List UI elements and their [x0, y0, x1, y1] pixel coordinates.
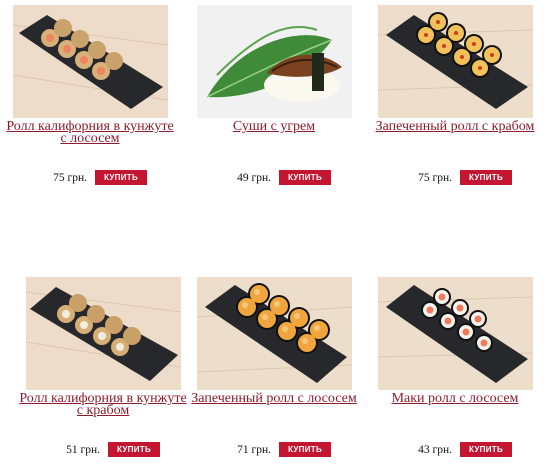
product-photo[interactable]	[13, 5, 168, 118]
product-photo[interactable]	[197, 277, 352, 390]
buy-button[interactable]: КУПИТЬ	[279, 170, 331, 185]
product-photo[interactable]	[197, 5, 352, 118]
buy-button[interactable]: КУПИТЬ	[460, 170, 512, 185]
product-photo[interactable]	[378, 277, 533, 390]
product-title-link[interactable]: Запеченный ролл с лососем	[187, 392, 361, 406]
product-price: 71 грн.	[237, 444, 271, 456]
product-title-link[interactable]: Ролл калифорния в кунжуте с крабом	[16, 392, 190, 418]
product-title-link[interactable]: Суши с угрем	[187, 120, 361, 134]
buy-button[interactable]: КУПИТЬ	[108, 442, 160, 457]
product-title-link[interactable]: Запеченный ролл с крабом	[368, 120, 542, 134]
product-photo[interactable]	[378, 5, 533, 118]
product-price: 51 грн.	[66, 444, 100, 456]
product-price: 43 грн.	[418, 444, 452, 456]
product-price: 75 грн.	[418, 172, 452, 184]
buy-button[interactable]: КУПИТЬ	[279, 442, 331, 457]
buy-button[interactable]: КУПИТЬ	[460, 442, 512, 457]
product-title-link[interactable]: Ролл калифорния в кунжуте с лососем	[3, 120, 177, 146]
product-price: 49 грн.	[237, 172, 271, 184]
product-title-link[interactable]: Маки ролл с лососем	[368, 392, 542, 406]
product-price: 75 грн.	[53, 172, 87, 184]
buy-button[interactable]: КУПИТЬ	[95, 170, 147, 185]
product-photo[interactable]	[26, 277, 181, 390]
